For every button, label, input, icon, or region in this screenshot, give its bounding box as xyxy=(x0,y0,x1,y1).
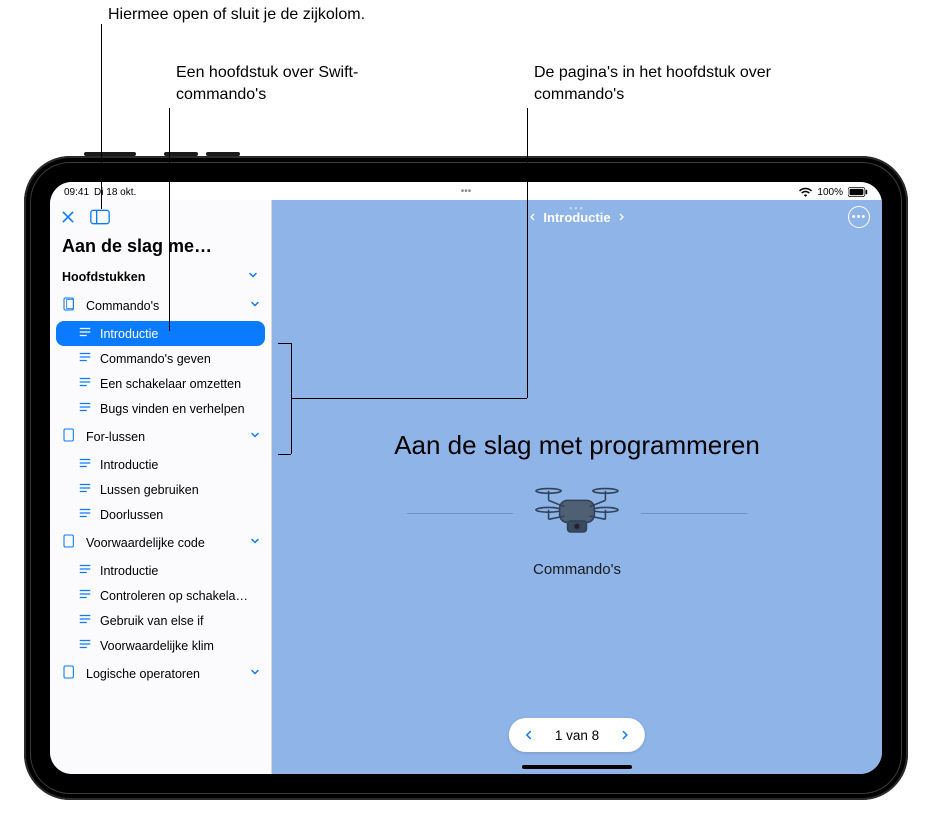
main-content: ••• Introductie ••• Aan de slag met prog… xyxy=(272,200,882,774)
page-row[interactable]: Introductie xyxy=(50,558,271,583)
section-header-chapters[interactable]: Hoofdstukken xyxy=(50,263,271,290)
page-lines-icon xyxy=(78,588,92,603)
page-lines-icon xyxy=(78,376,92,391)
next-page-button[interactable] xyxy=(615,723,635,747)
status-date: Di 18 okt. xyxy=(94,187,136,198)
page-lines-icon xyxy=(78,507,92,522)
page-title: Aan de slag met programmeren xyxy=(394,430,760,461)
chevron-down-icon xyxy=(249,429,261,444)
screen: 09:41 Di 18 okt. ••• 100% xyxy=(50,182,882,774)
page-row[interactable]: Bugs vinden en verhelpen xyxy=(50,396,271,421)
page-label: Lussen gebruiken xyxy=(100,483,199,497)
chapter-row-voorwaardelijke[interactable]: Voorwaardelijke code xyxy=(50,527,271,558)
sidebar-title: Aan de slag me… xyxy=(50,234,271,263)
battery-percent: 100% xyxy=(817,187,843,198)
sidebar-toggle-button[interactable] xyxy=(90,209,110,225)
section-label: Hoofdstukken xyxy=(62,270,145,284)
multitask-dots[interactable]: ••• xyxy=(461,186,472,197)
chevron-down-icon xyxy=(249,535,261,550)
page-label: Controleren op schakela… xyxy=(100,589,248,603)
page-lines-icon xyxy=(78,563,92,578)
battery-icon xyxy=(848,187,868,197)
page-row[interactable]: Lussen gebruiken xyxy=(50,477,271,502)
chevron-right-icon xyxy=(617,211,626,223)
ipad-device: 09:41 Di 18 okt. ••• 100% xyxy=(24,156,908,800)
page-row[interactable]: Doorlussen xyxy=(50,502,271,527)
page-subtitle: Commando's xyxy=(533,561,621,578)
page-counter: 1 van 8 xyxy=(549,728,605,743)
ellipsis-icon: ••• xyxy=(852,212,867,223)
page-label: Gebruik van else if xyxy=(100,614,204,628)
page-label: Een schakelaar omzetten xyxy=(100,377,241,391)
page-lines-icon xyxy=(78,457,92,472)
page-lines-icon xyxy=(78,638,92,653)
prev-page-button[interactable] xyxy=(519,723,539,747)
page-row[interactable]: Controleren op schakela… xyxy=(50,583,271,608)
page-row[interactable]: Introductie xyxy=(50,452,271,477)
multitask-indicator[interactable]: ••• xyxy=(569,203,584,213)
page-label: Doorlussen xyxy=(100,508,163,522)
page-label: Introductie xyxy=(100,327,158,341)
chapter-row-commandos[interactable]: Commando's xyxy=(50,290,271,321)
page-lines-icon xyxy=(78,351,92,366)
chapter-label: Voorwaardelijke code xyxy=(86,536,241,550)
chevron-down-icon xyxy=(249,298,261,313)
page-row[interactable]: Gebruik van else if xyxy=(50,608,271,633)
more-menu-button[interactable]: ••• xyxy=(848,206,870,228)
page-row[interactable]: Commando's geven xyxy=(50,346,271,371)
page-row[interactable]: Voorwaardelijke klim xyxy=(50,633,271,658)
sidebar: Aan de slag me… Hoofdstukken Commando's xyxy=(50,200,272,774)
drone-illustration xyxy=(529,483,625,543)
playground-icon xyxy=(62,296,78,315)
close-button[interactable] xyxy=(60,209,76,225)
status-bar: 09:41 Di 18 okt. ••• 100% xyxy=(50,182,882,200)
callout-text: De pagina's in het hoofdstuk over comman… xyxy=(534,62,784,105)
breadcrumb-label: Introductie xyxy=(543,210,610,225)
chevron-down-icon xyxy=(249,666,261,681)
playground-icon xyxy=(62,427,78,446)
page-row[interactable]: Een schakelaar omzetten xyxy=(50,371,271,396)
chevron-down-icon xyxy=(247,269,259,284)
callout-text: Een hoofdstuk over Swift-commando's xyxy=(176,62,386,105)
page-lines-icon xyxy=(78,613,92,628)
chapter-row-forlussen[interactable]: For-lussen xyxy=(50,421,271,452)
home-indicator[interactable] xyxy=(522,765,632,769)
status-time: 09:41 xyxy=(64,187,89,198)
page-label: Introductie xyxy=(100,458,158,472)
chapter-row-logische[interactable]: Logische operatoren xyxy=(50,658,271,689)
wifi-icon xyxy=(799,187,812,197)
page-label: Bugs vinden en verhelpen xyxy=(100,402,245,416)
callout-text: Hiermee open of sluit je de zijkolom. xyxy=(108,4,365,26)
page-lines-icon xyxy=(78,326,92,341)
page-navigator: 1 van 8 xyxy=(509,718,645,752)
playground-icon xyxy=(62,533,78,552)
page-label: Introductie xyxy=(100,564,158,578)
page-label: Commando's geven xyxy=(100,352,211,366)
page-lines-icon xyxy=(78,482,92,497)
chevron-left-icon xyxy=(528,211,537,223)
page-row-introductie[interactable]: Introductie xyxy=(56,321,265,346)
chapter-label: Logische operatoren xyxy=(86,667,241,681)
playground-icon xyxy=(62,664,78,683)
chapter-label: For-lussen xyxy=(86,430,241,444)
breadcrumb[interactable]: Introductie xyxy=(528,210,625,225)
page-label: Voorwaardelijke klim xyxy=(100,639,214,653)
page-lines-icon xyxy=(78,401,92,416)
chapter-label: Commando's xyxy=(86,299,241,313)
